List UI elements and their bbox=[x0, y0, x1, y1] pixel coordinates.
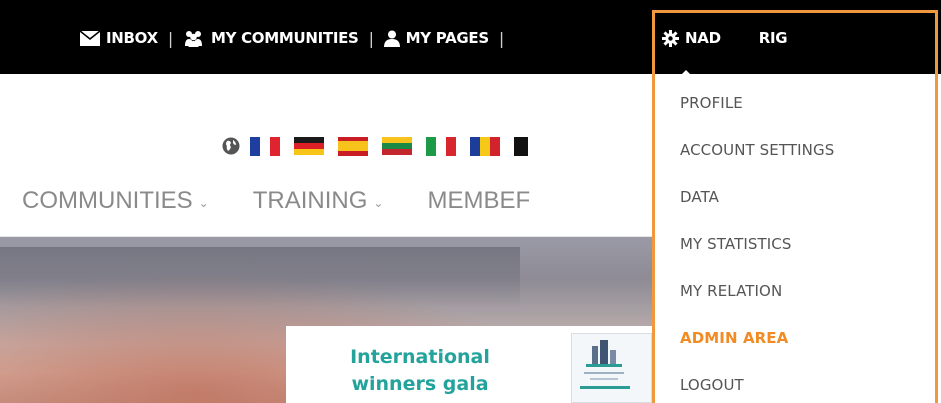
menu-item-logout[interactable]: LOGOUT bbox=[680, 374, 834, 403]
flag-italian[interactable] bbox=[426, 136, 456, 156]
my-pages-link[interactable]: MY PAGES bbox=[383, 29, 490, 47]
chevron-down-icon: ⌄ bbox=[198, 196, 209, 210]
flag-french[interactable] bbox=[250, 136, 280, 156]
nav-members[interactable]: MEMBEF bbox=[427, 187, 530, 215]
featured-card-title: International winners gala bbox=[310, 344, 530, 398]
user-icon bbox=[383, 30, 400, 47]
menu-item-my-statistics[interactable]: MY STATISTICS bbox=[680, 233, 834, 280]
globe-icon[interactable] bbox=[222, 137, 240, 155]
flag-romanian[interactable] bbox=[470, 136, 500, 156]
nav-training-label: TRAINING bbox=[252, 187, 368, 214]
user-dropdown-menu: PROFILE ACCOUNT SETTINGS DATA MY STATIST… bbox=[680, 92, 834, 403]
flag-german[interactable] bbox=[294, 136, 324, 156]
nav-communities-label: COMMUNITIES bbox=[22, 187, 193, 214]
card-title-line1: International bbox=[350, 346, 490, 368]
flag-spanish[interactable] bbox=[338, 136, 368, 156]
menu-item-admin-area[interactable]: ADMIN AREA bbox=[680, 327, 834, 374]
nav-communities[interactable]: COMMUNITIES ⌄ bbox=[22, 187, 209, 215]
users-icon bbox=[184, 30, 202, 47]
menu-item-data[interactable]: DATA bbox=[680, 186, 834, 233]
inbox-link[interactable]: INBOX bbox=[80, 29, 158, 47]
language-selector bbox=[222, 136, 542, 156]
flag-belgian[interactable] bbox=[514, 136, 528, 156]
separator: | bbox=[368, 28, 374, 48]
nav-training[interactable]: TRAINING ⌄ bbox=[253, 187, 384, 215]
inbox-label: INBOX bbox=[106, 29, 158, 47]
my-communities-link[interactable]: MY COMMUNITIES bbox=[183, 29, 359, 47]
building-logo-icon bbox=[572, 334, 651, 402]
chevron-down-icon: ⌄ bbox=[373, 196, 384, 210]
card-title-line2: winners gala bbox=[351, 373, 489, 395]
top-navigation: INBOX | MY COMMUNITIES | MY PAGES | bbox=[80, 26, 514, 50]
menu-item-account-settings[interactable]: ACCOUNT SETTINGS bbox=[680, 139, 834, 186]
separator: | bbox=[498, 28, 504, 48]
menu-item-profile[interactable]: PROFILE bbox=[680, 92, 834, 139]
menu-item-my-relation[interactable]: MY RELATION bbox=[680, 280, 834, 327]
my-communities-label: MY COMMUNITIES bbox=[210, 29, 359, 47]
envelope-icon bbox=[80, 30, 100, 46]
main-navigation: COMMUNITIES ⌄ TRAINING ⌄ MEMBEF bbox=[22, 184, 530, 218]
card-thumbnail[interactable] bbox=[571, 333, 652, 403]
my-pages-label: MY PAGES bbox=[405, 29, 490, 47]
nav-members-label: MEMBEF bbox=[427, 187, 531, 214]
flag-lithuanian[interactable] bbox=[382, 136, 412, 156]
separator: | bbox=[167, 28, 173, 48]
